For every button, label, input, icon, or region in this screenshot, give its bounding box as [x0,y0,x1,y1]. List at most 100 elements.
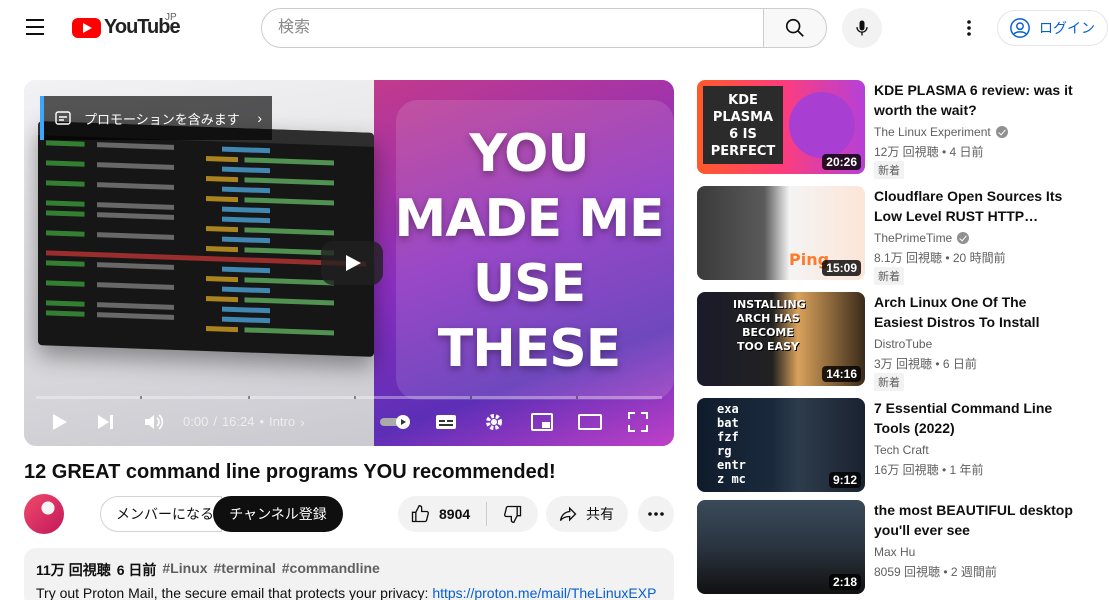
thumbnail-text: INSTALLING ARCH HAS BECOME TOO EASY [733,298,806,353]
miniplayer-button[interactable] [528,408,556,436]
current-time: 0:00 [183,414,209,429]
join-membership-button[interactable]: メンバーになる [100,496,222,532]
video-title: the most BEAUTIFUL desktop you'll ever s… [874,502,1073,538]
video-thumbnail: INSTALLING ARCH HAS BECOME TOO EASY 14:1… [697,292,865,386]
region-code: JP [165,12,177,23]
fullscreen-button[interactable] [624,408,652,436]
recommended-video[interactable]: 2:18 the most BEAUTIFUL desktop you'll e… [697,500,1097,596]
channel-name[interactable]: Tech Craft [874,443,929,457]
player-controls: 0:00 / 16:24 • Intro › [24,404,674,440]
next-button[interactable] [92,408,120,436]
recommended-video[interactable]: INSTALLING ARCH HAS BECOME TOO EASY 14:1… [697,292,1097,391]
recommended-video[interactable]: exa bat fzf rg entr z mc 9:12 7 Essentia… [697,398,1097,494]
search-icon [785,18,804,37]
view-count: 11万 回視聴 [36,562,111,578]
chapter-marker [354,396,356,399]
time-separator: / [213,414,217,429]
channel-label: ThePrimeTime [874,231,953,245]
recommended-video[interactable]: KDE PLASMA 6 IS PERFECT 20:26 KDE PLASMA… [697,80,1097,179]
hashtag[interactable]: #commandline [282,560,380,580]
description-meta: 11万 回視聴 6 日前 #Linux #terminal #commandli… [36,560,662,580]
join-label: メンバーになる [116,506,214,522]
voice-search-button[interactable] [842,8,882,48]
video-duration: 2:18 [828,574,861,590]
thumbnail-line: YOU [469,124,589,184]
gear-icon [486,414,502,430]
channel-avatar[interactable] [24,494,64,534]
video-title: 12 GREAT command line programs YOU recom… [24,461,556,483]
video-player[interactable]: YOU MADE ME USE THESE プロモーションを含みます › 0:0… [24,80,674,446]
more-actions-button[interactable] [638,496,674,532]
video-thumbnail: exa bat fzf rg entr z mc 9:12 [697,398,865,492]
settings-button[interactable] [480,408,508,436]
thumbnail-text: exa bat fzf rg entr z mc [717,402,746,486]
video-duration: 20:26 [822,154,861,170]
verified-icon [995,126,1008,138]
video-stats: 16万 回視聴 • 1 年前 [874,463,984,477]
thumbnail-text: KDE PLASMA 6 IS PERFECT [710,93,776,159]
chapter-title[interactable]: Intro [269,414,295,430]
youtube-play-icon [72,17,101,38]
subtitles-button[interactable] [432,408,460,436]
share-label: 共有 [586,506,614,522]
large-play-button[interactable] [321,241,383,285]
paid-promotion-notice[interactable]: プロモーションを含みます › [40,96,272,140]
thumbs-down-icon [503,505,521,524]
duration: 16:24 [221,414,255,429]
search-input[interactable] [261,8,764,48]
video-stats: 8059 回視聴 • 2 週間前 [874,565,997,579]
theater-icon [578,414,602,430]
video-thumbnail: KDE PLASMA 6 IS PERFECT 20:26 [697,80,865,174]
like-button[interactable]: 8904 [398,496,486,532]
menu-icon-bar [26,26,44,28]
subscribe-button[interactable]: チャンネル登録 [213,496,343,532]
description-link[interactable]: https://proton.me/mail/TheLinuxEXP [432,585,656,600]
sign-in-button[interactable]: ログイン [997,10,1108,46]
progress-bar[interactable] [36,396,662,399]
chapter-marker [576,396,578,399]
vertical-dots-icon [967,20,971,36]
description-text: Try out Proton Mail, the secure email th… [36,585,662,600]
autoplay-toggle[interactable] [378,408,414,436]
channel-name[interactable]: ThePrimeTime [874,231,970,245]
search-button[interactable] [763,8,827,48]
new-badge: 新着 [874,267,904,285]
verified-icon [957,232,970,244]
theater-mode-button[interactable] [576,408,604,436]
guide-menu-button[interactable] [20,14,52,42]
menu-icon-bar [26,33,44,35]
menu-icon-bar [26,19,44,21]
sign-in-label: ログイン [1039,20,1095,36]
video-title: Cloudflare Open Sources Its Low Level RU… [874,188,1063,224]
chapter-marker [470,396,472,399]
video-stats: 8.1万 回視聴 • 20 時間前 [874,251,1006,265]
hashtag[interactable]: #terminal [214,560,276,580]
video-thumbnail: 2:18 [697,500,865,594]
description-box[interactable]: 11万 回視聴 6 日前 #Linux #terminal #commandli… [24,548,674,600]
thumbnail-line: USE [472,254,586,314]
mute-button[interactable] [140,408,168,436]
video-title: KDE PLASMA 6 review: was it worth the wa… [874,82,1073,118]
upload-date: 6 日前 [116,562,157,578]
video-duration: 9:12 [828,472,861,488]
share-button[interactable]: 共有 [546,496,628,532]
play-button[interactable] [46,408,74,436]
horizontal-dots-icon [648,512,664,516]
channel-name[interactable]: DistroTube [874,337,932,351]
masthead: YouTube JP ログイン [0,0,1109,56]
dislike-button[interactable] [487,496,538,532]
channel-name[interactable]: The Linux Experiment [874,125,1008,139]
recommended-video[interactable]: Ping 15:09 Cloudflare Open Sources Its L… [697,186,1097,285]
hashtag[interactable]: #Linux [162,560,207,580]
youtube-logo[interactable]: YouTube [72,16,181,39]
thumbnail-line: THESE [437,319,621,379]
video-thumbnail: Ping 15:09 [697,186,865,280]
video-duration: 14:16 [822,366,861,382]
channel-label: Tech Craft [874,443,929,457]
share-icon [559,506,577,522]
channel-label: The Linux Experiment [874,125,991,139]
settings-menu-button[interactable] [955,14,983,42]
autoplay-icon [380,415,410,429]
subscribe-label: チャンネル登録 [229,506,327,522]
channel-name[interactable]: Max Hu [874,545,915,559]
